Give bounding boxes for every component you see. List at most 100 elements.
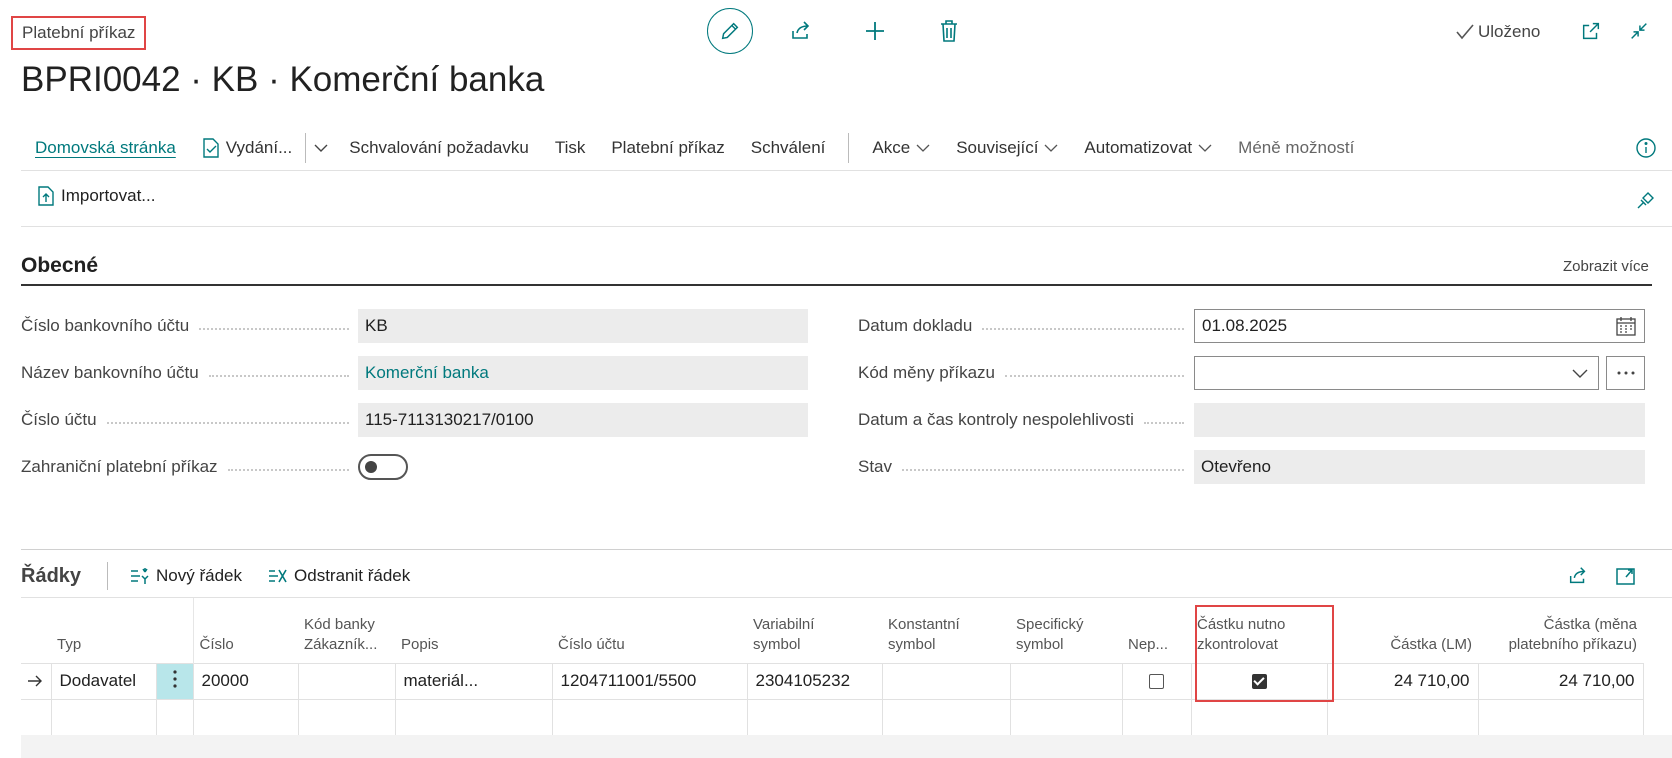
calendar-icon[interactable] (1616, 317, 1636, 336)
pin-button[interactable] (1633, 187, 1659, 213)
account-no-label: Číslo účtu (21, 403, 359, 437)
highlight-box (1195, 605, 1334, 702)
cell-type[interactable]: Dodavatel (50, 662, 157, 700)
add-button[interactable] (862, 18, 888, 44)
tab-home-label: Domovská stránka (35, 138, 176, 157)
foreign-payment-toggle[interactable] (358, 454, 408, 480)
cell-specific-symbol[interactable] (1009, 662, 1123, 700)
edit-button[interactable] (707, 8, 753, 54)
nep-checkbox[interactable] (1149, 674, 1164, 690)
approval-button[interactable]: Schválení (738, 128, 839, 168)
cell-no[interactable]: 20000 (192, 662, 299, 700)
share-button[interactable] (788, 18, 814, 44)
chevron-down-icon (314, 144, 328, 153)
cell-amount-fcy[interactable] (1477, 698, 1644, 736)
column-header-label: symbol (1016, 635, 1064, 653)
label-text: Číslo bankovního účtu (21, 316, 190, 335)
column-header-nep[interactable]: Nep... (1122, 598, 1191, 663)
show-more-link[interactable]: Zobrazit více (1563, 258, 1649, 275)
cell-amount-fcy[interactable]: 24 710,00 (1477, 662, 1644, 700)
column-header-label: Číslo účtu (558, 635, 625, 653)
lines-share-button[interactable] (1565, 563, 1591, 589)
cell-constant-symbol[interactable] (881, 662, 1011, 700)
release-dropdown[interactable] (306, 128, 336, 168)
tab-home[interactable]: Domovská stránka (21, 128, 189, 168)
cell-type[interactable] (50, 698, 157, 736)
column-header-specific-symbol[interactable]: Specifický symbol (1010, 598, 1122, 663)
table-row-empty[interactable] (21, 698, 1644, 736)
cell-variable-symbol[interactable] (746, 698, 883, 736)
cell-amount-check[interactable] (1190, 698, 1328, 736)
account-no-field[interactable]: 115-7113130217/0100 (358, 403, 808, 437)
cell-variable-symbol[interactable]: 2304105232 (746, 662, 883, 700)
actions-menu[interactable]: Akce (859, 128, 943, 168)
delete-line-button[interactable]: Odstranit řádek (268, 566, 410, 586)
column-header-amount-fcy[interactable]: Částka (měna platebního příkazu) (1478, 598, 1643, 663)
import-icon (37, 186, 55, 206)
unreliability-check-field[interactable] (1194, 403, 1645, 437)
lines-title[interactable]: Řádky (21, 565, 81, 588)
automate-menu[interactable]: Automatizovat (1071, 128, 1225, 168)
related-menu[interactable]: Související (943, 128, 1071, 168)
section-title-general[interactable]: Obecné (21, 254, 98, 278)
dotted-leader (227, 469, 349, 471)
column-header-bank-code[interactable]: Kód banky Zákazník... (298, 598, 395, 663)
cell-nep (1121, 662, 1192, 700)
column-header-constant-symbol[interactable]: Konstantní symbol (882, 598, 1010, 663)
column-header-variable-symbol[interactable]: Variabilní symbol (747, 598, 882, 663)
column-header-label: Kód banky (304, 615, 375, 633)
cell-amount-lcy[interactable]: 24 710,00 (1326, 662, 1479, 700)
currency-lookup-button[interactable] (1606, 356, 1645, 390)
column-header-label: Částka (LM) (1390, 635, 1472, 653)
document-date-field[interactable]: 01.08.2025 (1194, 309, 1645, 343)
collapse-button[interactable] (1626, 18, 1652, 44)
column-header-no[interactable]: Číslo (192, 598, 298, 663)
new-line-button[interactable]: Nový řádek (130, 566, 242, 586)
cell-description[interactable]: materiál... (394, 662, 553, 700)
info-button[interactable] (1633, 135, 1659, 161)
currency-code-select[interactable] (1194, 356, 1599, 390)
cell-bank-code[interactable] (297, 662, 396, 700)
column-header-label: Zákazník... (304, 635, 378, 653)
action-bar: Domovská stránka Vydání... Schvalování p… (21, 128, 1367, 168)
status-field[interactable]: Otevřeno (1194, 450, 1645, 484)
open-new-window-button[interactable] (1578, 18, 1604, 44)
dotted-leader (208, 375, 349, 377)
grid-header-row: Typ Číslo Kód banky Zákazník... Popis Čís… (21, 598, 1643, 663)
fewer-options-button[interactable]: Méně možností (1225, 128, 1367, 168)
column-header-selector (21, 598, 51, 663)
release-button[interactable]: Vydání... (189, 128, 305, 168)
cell-account-no[interactable]: 1204711001/5500 (551, 662, 748, 700)
bank-account-no-field[interactable]: KB (358, 309, 808, 343)
row-menu-button[interactable] (155, 662, 194, 700)
approval-label: Schválení (750, 138, 826, 157)
import-button[interactable]: Importovat... (37, 186, 155, 206)
column-header-description[interactable]: Popis (395, 598, 552, 663)
cell-specific-symbol[interactable] (1009, 698, 1123, 736)
column-header-type[interactable]: Typ (51, 598, 156, 663)
cell-description[interactable] (394, 698, 553, 736)
cell-no[interactable] (192, 698, 299, 736)
bank-account-name-field[interactable]: Komerční banka (358, 356, 808, 390)
cell-nep[interactable] (1121, 698, 1192, 736)
dotted-leader (1143, 422, 1184, 424)
cell-bank-code[interactable] (297, 698, 396, 736)
document-date-value: 01.08.2025 (1202, 316, 1288, 335)
payment-order-button[interactable]: Platební příkaz (598, 128, 737, 168)
cell-account-no[interactable] (551, 698, 748, 736)
column-header-account-no[interactable]: Číslo účtu (552, 598, 747, 663)
row-menu-button[interactable] (155, 698, 194, 736)
approval-request-button[interactable]: Schvalování požadavku (336, 128, 542, 168)
print-button[interactable]: Tisk (542, 128, 599, 168)
delete-button[interactable] (936, 18, 962, 44)
breadcrumb[interactable]: Platební příkaz (11, 16, 147, 50)
column-header-label: Variabilní (753, 615, 815, 633)
cell-constant-symbol[interactable] (881, 698, 1011, 736)
lines-expand-button[interactable] (1613, 563, 1639, 589)
cell-amount-lcy[interactable] (1326, 698, 1479, 736)
column-header-amount-lcy[interactable]: Částka (LM) (1327, 598, 1478, 663)
chevron-down-icon (1044, 144, 1058, 153)
table-row[interactable]: Dodavatel 20000 materiál... 1204711001/5… (21, 662, 1644, 700)
foreign-payment-label: Zahraniční platební příkaz (21, 450, 359, 484)
info-icon (1635, 137, 1657, 159)
